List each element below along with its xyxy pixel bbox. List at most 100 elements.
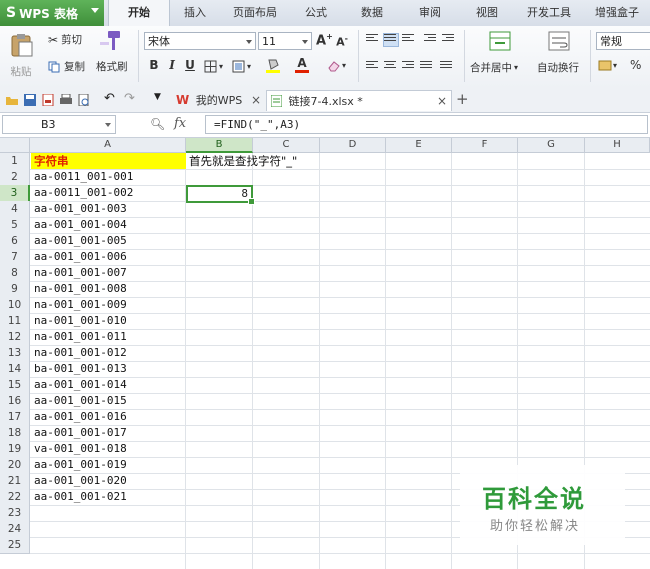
- row-header[interactable]: 7: [0, 249, 30, 266]
- cell-a1[interactable]: 字符串: [31, 153, 186, 169]
- column-header-b[interactable]: B: [186, 138, 253, 153]
- select-all-corner[interactable]: [0, 138, 30, 153]
- align-middle-button[interactable]: [383, 33, 399, 47]
- column-header-c[interactable]: C: [253, 138, 320, 153]
- row-header[interactable]: 17: [0, 409, 30, 426]
- cell-column-a[interactable]: aa-001_001-019: [31, 457, 186, 473]
- row-header[interactable]: 22: [0, 489, 30, 506]
- currency-format-button[interactable]: ▾: [598, 59, 617, 72]
- undo-icon[interactable]: ↶: [104, 91, 116, 106]
- cell-column-a[interactable]: na-001_001-011: [31, 329, 186, 345]
- column-header-g[interactable]: G: [518, 138, 585, 153]
- bold-button[interactable]: B: [146, 58, 162, 72]
- align-left-button[interactable]: [366, 61, 380, 73]
- tab-enhance-box[interactable]: 增强盒子: [586, 0, 648, 26]
- column-header-e[interactable]: E: [386, 138, 452, 153]
- name-box[interactable]: B3: [2, 115, 116, 134]
- cell-column-a[interactable]: aa-001_001-003: [31, 201, 186, 217]
- align-top-button[interactable]: [366, 34, 380, 46]
- row-header[interactable]: 16: [0, 393, 30, 410]
- cell-column-a[interactable]: ba-001_001-013: [31, 361, 186, 377]
- fill-handle[interactable]: [248, 198, 255, 205]
- row-header[interactable]: 21: [0, 473, 30, 490]
- decrease-indent-button[interactable]: [424, 34, 438, 46]
- tab-view[interactable]: 视图: [465, 0, 509, 26]
- cell-column-a[interactable]: na-001_001-007: [31, 265, 186, 281]
- justify-button[interactable]: [420, 61, 434, 73]
- row-header[interactable]: 1: [0, 153, 30, 170]
- cell-column-a[interactable]: na-001_001-008: [31, 281, 186, 297]
- row-header[interactable]: 8: [0, 265, 30, 282]
- percent-button[interactable]: %: [630, 58, 641, 72]
- cell-column-a[interactable]: aa-001_001-014: [31, 377, 186, 393]
- row-header[interactable]: 13: [0, 345, 30, 362]
- paste-button[interactable]: 粘贴: [8, 32, 34, 79]
- row-header[interactable]: 5: [0, 217, 30, 234]
- font-color-button[interactable]: A: [295, 57, 309, 73]
- row-header[interactable]: 12: [0, 329, 30, 346]
- row-header[interactable]: 18: [0, 425, 30, 442]
- customize-toolbar-icon[interactable]: ▼: [154, 92, 166, 104]
- underline-button[interactable]: U: [182, 58, 198, 72]
- cell-column-a[interactable]: aa-001_001-016: [31, 409, 186, 425]
- row-header[interactable]: 11: [0, 313, 30, 330]
- zoom-search-icon[interactable]: 🔍︎: [150, 117, 165, 131]
- column-header-a[interactable]: A: [30, 138, 186, 153]
- cell-column-a[interactable]: aa-001_001-017: [31, 425, 186, 441]
- cell-column-a[interactable]: aa-001_001-020: [31, 473, 186, 489]
- shrink-font-button[interactable]: A-: [334, 34, 350, 49]
- borders-button[interactable]: ▾: [204, 60, 223, 73]
- tab-review[interactable]: 审阅: [408, 0, 452, 26]
- cell-b3[interactable]: 8: [186, 185, 255, 205]
- close-icon[interactable]: ×: [251, 93, 261, 107]
- cell-style-button[interactable]: ▾: [232, 60, 251, 73]
- row-header[interactable]: 6: [0, 233, 30, 250]
- row-header[interactable]: 20: [0, 457, 30, 474]
- app-menu-button[interactable]: S WPS 表格: [0, 0, 104, 26]
- tab-file[interactable]: 链接7-4.xlsx * ×: [266, 90, 452, 111]
- align-bottom-button[interactable]: [402, 34, 416, 46]
- copy-button[interactable]: 复制: [48, 59, 85, 74]
- format-painter-icon[interactable]: [98, 30, 122, 52]
- insert-function-button[interactable]: fx: [174, 116, 186, 131]
- tab-insert[interactable]: 插入: [172, 0, 218, 26]
- cell-column-a[interactable]: na-001_001-009: [31, 297, 186, 313]
- open-folder-icon[interactable]: [6, 94, 18, 106]
- fill-color-button[interactable]: [266, 58, 280, 73]
- row-header[interactable]: 4: [0, 201, 30, 218]
- increase-indent-button[interactable]: [442, 34, 456, 46]
- italic-button[interactable]: I: [164, 58, 180, 72]
- cell-column-a[interactable]: aa-001_001-015: [31, 393, 186, 409]
- font-size-select[interactable]: 11: [258, 32, 312, 50]
- cell-column-a[interactable]: na-001_001-012: [31, 345, 186, 361]
- cell-column-a[interactable]: aa-0011_001-001: [31, 169, 186, 185]
- row-header[interactable]: 2: [0, 169, 30, 186]
- print-icon[interactable]: [60, 94, 72, 106]
- new-tab-button[interactable]: +: [456, 90, 469, 108]
- row-header[interactable]: 10: [0, 297, 30, 314]
- row-header[interactable]: 19: [0, 441, 30, 458]
- cell-column-a[interactable]: aa-001_001-006: [31, 249, 186, 265]
- cell-column-a[interactable]: aa-001_001-004: [31, 217, 186, 233]
- tab-developer[interactable]: 开发工具: [520, 0, 578, 26]
- cell-column-a[interactable]: aa-001_001-005: [31, 233, 186, 249]
- tab-page-layout[interactable]: 页面布局: [226, 0, 284, 26]
- cell-column-a[interactable]: aa-001_001-021: [31, 489, 186, 505]
- row-header[interactable]: 23: [0, 505, 30, 522]
- close-icon[interactable]: ×: [437, 91, 447, 112]
- tab-formulas[interactable]: 公式: [294, 0, 338, 26]
- formula-input[interactable]: =FIND("_",A3): [205, 115, 648, 134]
- merge-center-button[interactable]: 合并居中 ▾: [470, 60, 518, 75]
- cell-column-a[interactable]: va-001_001-018: [31, 441, 186, 457]
- cell-column-a[interactable]: na-001_001-010: [31, 313, 186, 329]
- print-preview-icon[interactable]: [78, 94, 90, 106]
- clear-format-button[interactable]: ▾: [327, 59, 346, 72]
- row-header[interactable]: 14: [0, 361, 30, 378]
- wrap-text-button[interactable]: 自动换行: [537, 60, 579, 75]
- wrap-text-icon[interactable]: [548, 31, 570, 51]
- save-icon[interactable]: [24, 94, 36, 106]
- export-pdf-icon[interactable]: [42, 94, 54, 106]
- distributed-align-button[interactable]: [440, 61, 454, 73]
- tab-home[interactable]: 开始: [108, 0, 170, 27]
- row-header[interactable]: 15: [0, 377, 30, 394]
